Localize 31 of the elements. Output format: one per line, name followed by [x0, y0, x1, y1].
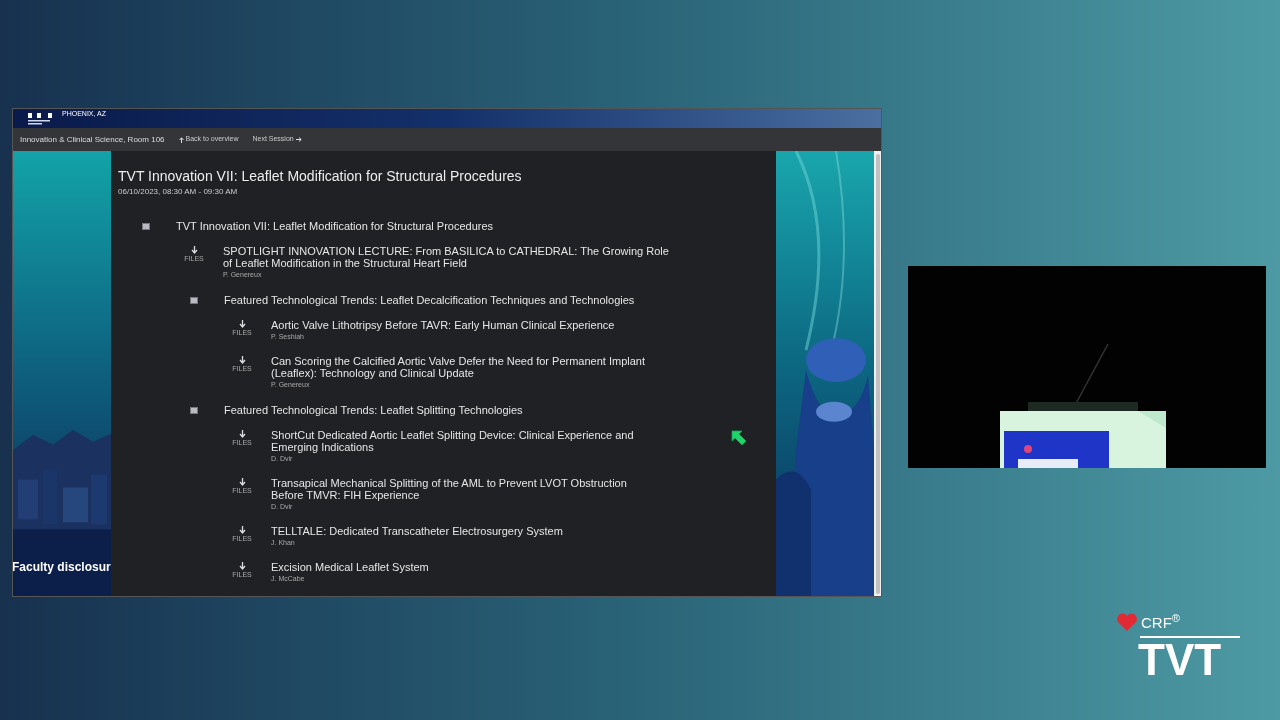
download-icon: [238, 562, 246, 570]
brand-name: CRF$^{®}$: [1141, 614, 1181, 630]
event-name: TVT: [1138, 638, 1222, 682]
pointer-cursor-icon: [731, 430, 747, 446]
collapse-icon[interactable]: [190, 407, 198, 414]
talk-title[interactable]: ShortCut Dedicated Aortic Leaflet Splitting Device: Clinical Experience and Emerging Indications: [271, 429, 661, 453]
talk-title[interactable]: Aortic Valve Lithotripsy Before TAVR: Early Human Clinical Experience: [271, 319, 615, 331]
scrollbar[interactable]: [874, 151, 881, 596]
group-title[interactable]: TVT Innovation VII: Leaflet Modification for Structural Procedures: [176, 219, 494, 233]
download-icon: [238, 526, 246, 534]
talk-title[interactable]: Can Scoring the Calcified Aortic Valve Defer the Need for Permanent Implant (Leaflex): Technology and Clinical Update: [271, 355, 661, 379]
talk-title[interactable]: TELLTALE: Dedicated Transcatheter Electrosurgery System: [271, 525, 563, 537]
banner-caption: Faculty disclosur: [13, 559, 111, 576]
group-title[interactable]: Featured Technological Trends: Leaflet Splitting Technologies: [224, 403, 523, 417]
session-title: TVT Innovation VII: Leaflet Modification for Structural Procedures: [118, 168, 523, 185]
download-icon: [238, 478, 246, 486]
session-time: 06/10/2023, 08:30 AM - 09:30 AM: [118, 186, 239, 198]
talk-title[interactable]: Transapical Mechanical Splitting of the AML to Prevent LVOT Obstruction Before TMVR: FIH Experience: [271, 477, 661, 501]
download-icon: [238, 356, 246, 364]
collapse-icon[interactable]: [190, 297, 198, 304]
download-icon: [238, 320, 246, 328]
download-icon: [238, 430, 246, 438]
arrow-right-icon: [295, 137, 302, 142]
arrow-up-icon: [178, 136, 184, 143]
collapse-icon[interactable]: [142, 223, 150, 230]
talk-title[interactable]: SPOTLIGHT INNOVATION LECTURE: From BASILICA to CATHEDRAL: The Growing Role of Leaflet Modification in the Structural Heart Field: [223, 245, 671, 269]
group-title[interactable]: Featured Technological Trends: Leaflet Decalcification Techniques and Technologies: [224, 293, 635, 307]
talk-title[interactable]: Excision Medical Leaflet System: [271, 561, 429, 573]
room-name: Innovation & Clinical Science, Room 106: [20, 133, 165, 146]
heart-icon: [1116, 612, 1138, 632]
download-icon: [190, 246, 198, 254]
